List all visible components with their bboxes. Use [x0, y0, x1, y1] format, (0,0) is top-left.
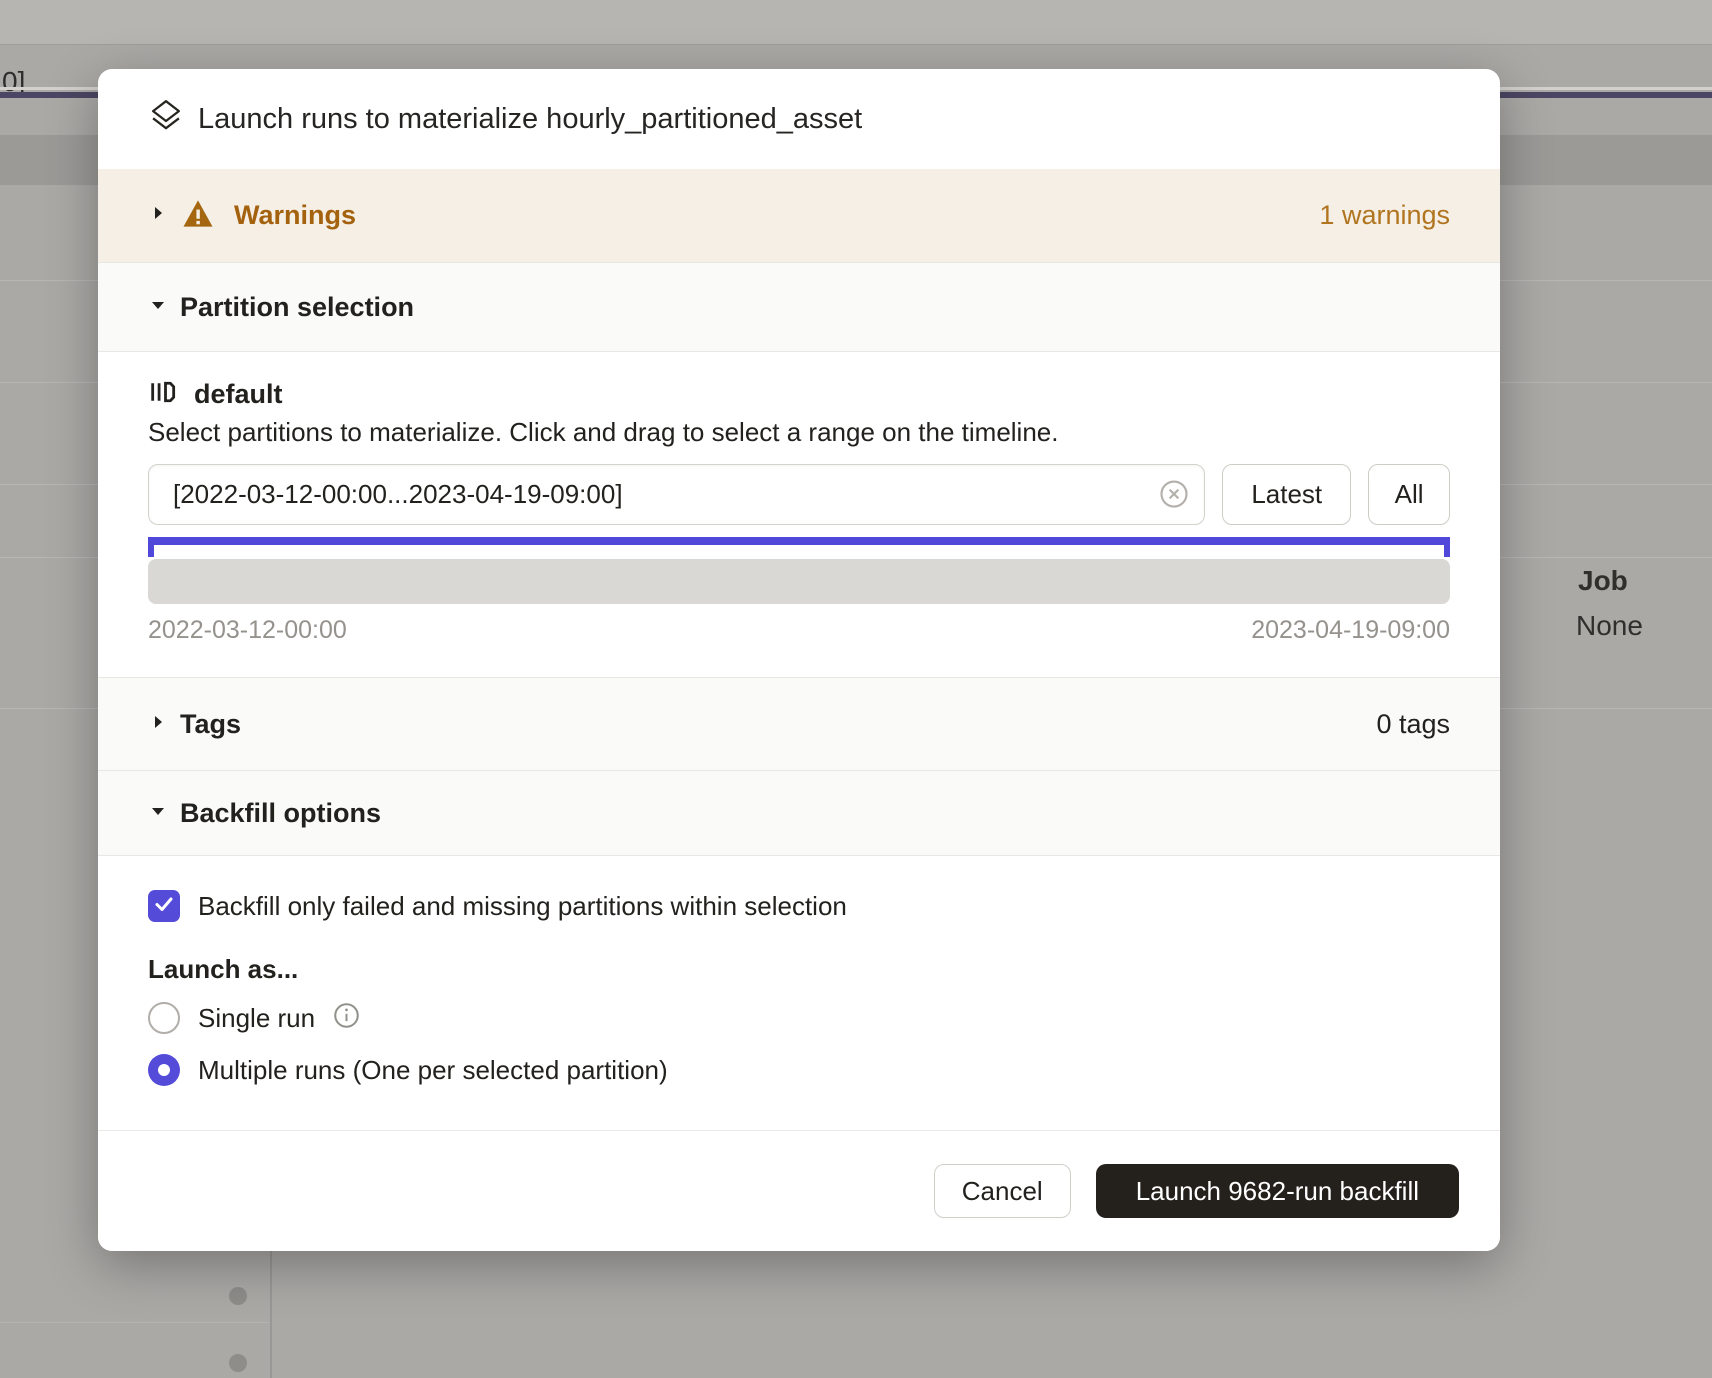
job-column-value: None [1576, 610, 1643, 642]
background-column-divider [270, 1251, 272, 1378]
backfill-section-label: Backfill options [180, 798, 381, 829]
checkmark-icon [152, 892, 176, 921]
info-circle-icon[interactable] [333, 1002, 360, 1034]
multiple-runs-option[interactable]: Multiple runs (One per selected partitio… [148, 1054, 1450, 1086]
launch-backfill-modal: Launch runs to materialize hourly_partit… [98, 69, 1500, 1251]
background-top-bar [0, 0, 1712, 45]
caret-right-icon [148, 203, 168, 228]
modal-titlebar: Launch runs to materialize hourly_partit… [98, 69, 1500, 169]
caret-down-icon [148, 801, 168, 826]
backfill-section-body: Backfill only failed and missing partiti… [98, 856, 1500, 1130]
multiple-runs-label[interactable]: Multiple runs (One per selected partitio… [198, 1055, 668, 1086]
modal-footer: Cancel Launch 9682-run backfill [98, 1130, 1500, 1251]
partition-dimension-name: default [194, 379, 283, 410]
timeline-start-date: 2022-03-12-00:00 [148, 616, 347, 645]
tags-section-header[interactable]: Tags 0 tags [98, 677, 1500, 771]
row-dot [229, 1287, 247, 1305]
caret-down-icon [148, 295, 168, 320]
warning-triangle-icon [182, 199, 214, 233]
timeline-end-date: 2023-04-19-09:00 [1251, 616, 1450, 645]
backfill-section-header[interactable]: Backfill options [98, 771, 1500, 856]
tags-count: 0 tags [1376, 709, 1450, 740]
job-column-header: Job [1578, 565, 1628, 597]
backfill-checkbox[interactable] [148, 890, 180, 922]
launch-backfill-button[interactable]: Launch 9682-run backfill [1096, 1164, 1459, 1218]
warnings-section-header[interactable]: Warnings 1 warnings [98, 169, 1500, 262]
row-dot [229, 1354, 247, 1372]
all-button[interactable]: All [1368, 464, 1450, 525]
tags-section-label: Tags [180, 709, 241, 740]
launch-as-label: Launch as... [148, 954, 1450, 984]
warnings-count: 1 warnings [1319, 200, 1450, 231]
partition-section-body: default Select partitions to materialize… [98, 352, 1500, 677]
background-row-divider [0, 1322, 270, 1323]
asset-layers-icon [148, 97, 184, 141]
caret-right-icon [148, 712, 168, 737]
partition-timeline[interactable] [148, 559, 1450, 604]
backfill-checkbox-label[interactable]: Backfill only failed and missing partiti… [198, 891, 847, 922]
circle-x-icon[interactable] [1159, 479, 1189, 509]
warnings-label: Warnings [234, 200, 356, 231]
partition-columns-icon [148, 378, 176, 411]
single-run-option[interactable]: Single run [148, 1002, 1450, 1034]
selection-range-indicator [148, 537, 1450, 557]
modal-title: Launch runs to materialize hourly_partit… [198, 103, 862, 136]
single-run-radio[interactable] [148, 1002, 180, 1034]
partition-section-label: Partition selection [180, 292, 414, 323]
multiple-runs-radio[interactable] [148, 1054, 180, 1086]
backfill-only-failed-checkbox-row[interactable]: Backfill only failed and missing partiti… [148, 890, 1450, 922]
partition-section-header[interactable]: Partition selection [98, 262, 1500, 352]
single-run-label[interactable]: Single run [198, 1003, 315, 1034]
partition-range-input[interactable] [148, 464, 1205, 525]
cancel-button[interactable]: Cancel [934, 1164, 1071, 1218]
latest-button[interactable]: Latest [1222, 464, 1351, 525]
partition-help-text: Select partitions to materialize. Click … [148, 416, 1450, 448]
